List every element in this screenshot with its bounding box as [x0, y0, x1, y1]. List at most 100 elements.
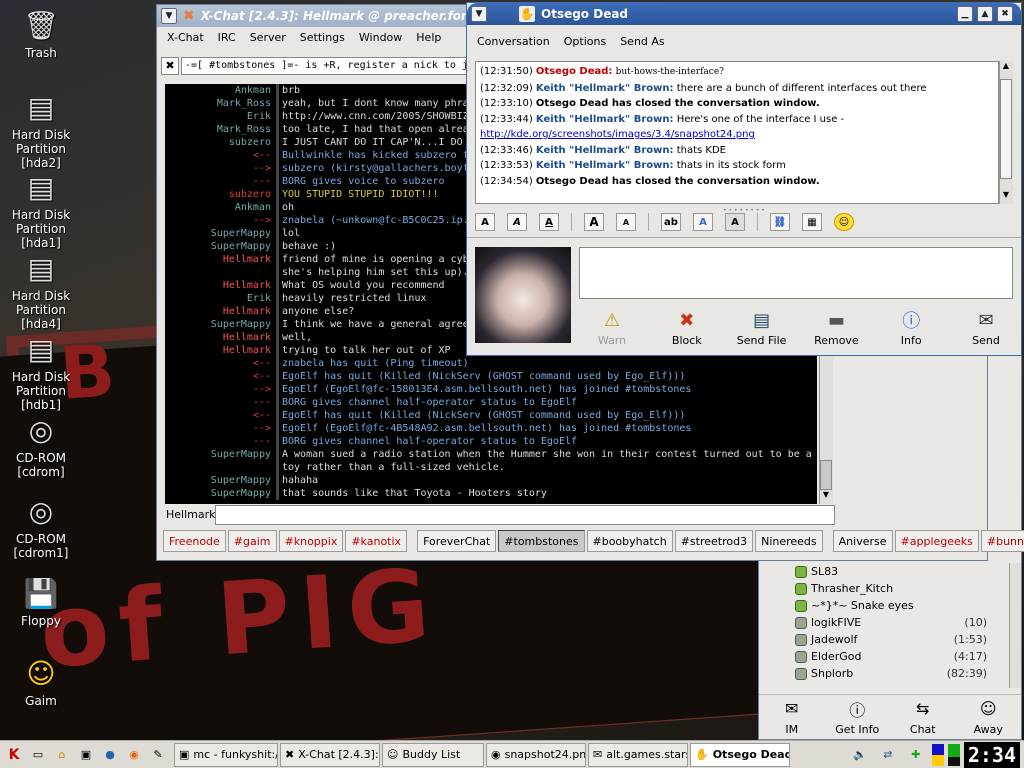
- desktop-icon-cdrom[interactable]: ◎ CD-ROM [cdrom]: [6, 413, 76, 480]
- chat-nick[interactable]: Hellmark: [165, 344, 273, 357]
- conversation-scrollbar[interactable]: ▲ ▼: [999, 61, 1013, 204]
- clock[interactable]: 2:34: [963, 741, 1020, 768]
- chat-nick[interactable]: Hellmark: [165, 279, 273, 292]
- network-icon[interactable]: ⇄: [878, 745, 898, 765]
- channel-tab[interactable]: Freenode: [163, 530, 226, 552]
- xchat-menu-settings[interactable]: Settings: [300, 31, 345, 44]
- chat-nick[interactable]: SuperMappy: [165, 240, 273, 253]
- channel-tab[interactable]: Ninereeds: [755, 530, 823, 552]
- chat-nick[interactable]: SuperMappy: [165, 487, 273, 500]
- chat-nick[interactable]: Erik: [165, 292, 273, 305]
- taskbar-task[interactable]: ✉alt.games.starsie: [588, 742, 688, 767]
- buddy-row[interactable]: Jadewolf (1:53): [759, 631, 1021, 648]
- taskbar-task[interactable]: ☺ Buddy List: [382, 742, 484, 767]
- chat-scroll-thumb[interactable]: [820, 460, 832, 490]
- foreground-color-icon[interactable]: A: [693, 213, 713, 231]
- conversation-info-button[interactable]: ⓘ Info: [876, 309, 946, 347]
- scroll-down-arrow-icon[interactable]: ▼: [1000, 190, 1012, 204]
- channel-tab[interactable]: Aniverse: [832, 530, 893, 552]
- chat-nick[interactable]: SuperMappy: [165, 227, 273, 240]
- conversation-block-button[interactable]: ✖ Block: [652, 309, 722, 348]
- buddy-row[interactable]: logikFIVE (10): [759, 614, 1021, 631]
- channel-tab[interactable]: #boobyhatch: [586, 530, 673, 552]
- desktop-icon-hda4[interactable]: ▤ Hard Disk Partition [hda4]: [6, 251, 76, 332]
- close-tab-button[interactable]: ✖: [161, 57, 179, 75]
- chat-nick[interactable]: ---: [165, 435, 273, 448]
- office-icon[interactable]: ✎: [148, 745, 168, 765]
- conversation-scroll-thumb[interactable]: [1000, 79, 1012, 179]
- buddy-row[interactable]: ~*}*~ Snake eyes: [759, 597, 1021, 614]
- background-color-icon[interactable]: A: [725, 213, 745, 231]
- chat-nick[interactable]: -->: [165, 162, 273, 175]
- channel-tab[interactable]: #knoppix: [278, 530, 344, 552]
- conversation-send-file-button[interactable]: ▤ Send File: [727, 309, 797, 348]
- taskbar-task[interactable]: ✖ X-Chat [2.4.3]:: [280, 742, 380, 767]
- message-link[interactable]: http://kde.org/screenshots/images/3.4/sn…: [480, 129, 755, 140]
- chat-nick[interactable]: ---: [165, 175, 273, 188]
- xchat-menu-x-chat[interactable]: X-Chat: [167, 31, 204, 44]
- underline-icon[interactable]: A: [539, 213, 559, 231]
- desktop-icon-gaim[interactable]: ☺ Gaim: [6, 656, 76, 709]
- conversation-menu-conversation[interactable]: Conversation: [477, 35, 550, 48]
- buddy-away-button[interactable]: ☺ Away: [956, 698, 1022, 736]
- desktop-icon-hda2[interactable]: ▤ Hard Disk Partition [hda2]: [6, 90, 76, 171]
- buddy-row[interactable]: ElderGod (4:17): [759, 648, 1021, 665]
- conversation-send-button[interactable]: ✉ Send: [951, 309, 1021, 348]
- desktop-icon-hda1[interactable]: ▤ Hard Disk Partition [hda1]: [6, 170, 76, 251]
- window-menu-icon[interactable]: ▼: [471, 6, 487, 22]
- chat-nick[interactable]: Hellmark: [165, 253, 273, 266]
- terminal-icon[interactable]: ▣: [76, 745, 96, 765]
- browser-icon[interactable]: ●: [100, 745, 120, 765]
- home-icon[interactable]: ⌂: [52, 745, 72, 765]
- chat-nick[interactable]: <--: [165, 409, 273, 422]
- chat-nick[interactable]: -->: [165, 214, 273, 227]
- bold-icon[interactable]: A: [475, 213, 495, 231]
- minimize-icon[interactable]: ▁: [957, 6, 973, 22]
- xchat-menu-irc[interactable]: IRC: [218, 31, 236, 44]
- desktop-icon-hdb1[interactable]: ▤ Hard Disk Partition [hdb1]: [6, 332, 76, 413]
- chat-nick[interactable]: [165, 461, 273, 474]
- buddy-chat-button[interactable]: ⇆ Chat: [890, 698, 956, 736]
- xchat-menu-help[interactable]: Help: [416, 31, 441, 44]
- buddy-row[interactable]: SL83: [759, 563, 1021, 580]
- chat-nick[interactable]: Hellmark: [165, 331, 273, 344]
- chat-nick[interactable]: <--: [165, 370, 273, 383]
- desktop-icon-cdrom1[interactable]: ◎ CD-ROM [cdrom1]: [6, 494, 76, 561]
- chat-nick[interactable]: subzero: [165, 188, 273, 201]
- taskbar-task[interactable]: ◉ snapshot24.png: [486, 742, 586, 767]
- chat-nick[interactable]: Ankman: [165, 201, 273, 214]
- conversation-titlebar[interactable]: ▼ ✋ Otsego Dead ▁ ▲ ✖: [467, 3, 1021, 25]
- channel-tab[interactable]: ForeverChat: [417, 530, 497, 552]
- chat-nick[interactable]: SuperMappy: [165, 448, 273, 461]
- channel-tab[interactable]: #bunny: [980, 530, 1024, 552]
- conversation-menu-send-as[interactable]: Send As: [620, 35, 664, 48]
- nick-button[interactable]: Hellmark: [163, 505, 216, 525]
- chat-input[interactable]: [215, 505, 835, 525]
- chat-nick[interactable]: [165, 266, 273, 279]
- close-icon[interactable]: ✖: [997, 6, 1013, 22]
- insert-image-icon[interactable]: ▦: [802, 213, 822, 231]
- xchat-menu-window[interactable]: Window: [359, 31, 402, 44]
- update-icon[interactable]: ✚: [906, 745, 926, 765]
- buddy-scrollbar[interactable]: [1009, 563, 1021, 688]
- konsole-icon[interactable]: ▭: [28, 745, 48, 765]
- pane-splitter[interactable]: • • • • • • • •: [467, 207, 1021, 214]
- channel-tab[interactable]: #kanotix: [345, 530, 408, 552]
- chat-nick[interactable]: Hellmark: [165, 305, 273, 318]
- chat-nick[interactable]: Erik: [165, 110, 273, 123]
- firefox-icon[interactable]: ◉: [124, 745, 144, 765]
- chat-nick[interactable]: SuperMappy: [165, 474, 273, 487]
- maximize-icon[interactable]: ▲: [977, 6, 993, 22]
- chat-nick[interactable]: Mark_Ross: [165, 97, 273, 110]
- buddy-row[interactable]: Shplorb (82:39): [759, 665, 1021, 682]
- channel-tab[interactable]: #gaim: [227, 530, 277, 552]
- window-menu-icon[interactable]: ▼: [161, 8, 177, 24]
- conversation-menu-options[interactable]: Options: [564, 35, 606, 48]
- larger-text-icon[interactable]: A: [584, 213, 604, 231]
- conversation-warn-button[interactable]: ⚠ Warn: [577, 309, 647, 348]
- volume-icon[interactable]: 🔈: [850, 745, 870, 765]
- channel-tab[interactable]: #applegeeks: [894, 530, 979, 552]
- italic-icon[interactable]: A: [507, 213, 527, 231]
- chat-nick[interactable]: Mark_Ross: [165, 123, 273, 136]
- channel-tab[interactable]: #streetrod3: [674, 530, 754, 552]
